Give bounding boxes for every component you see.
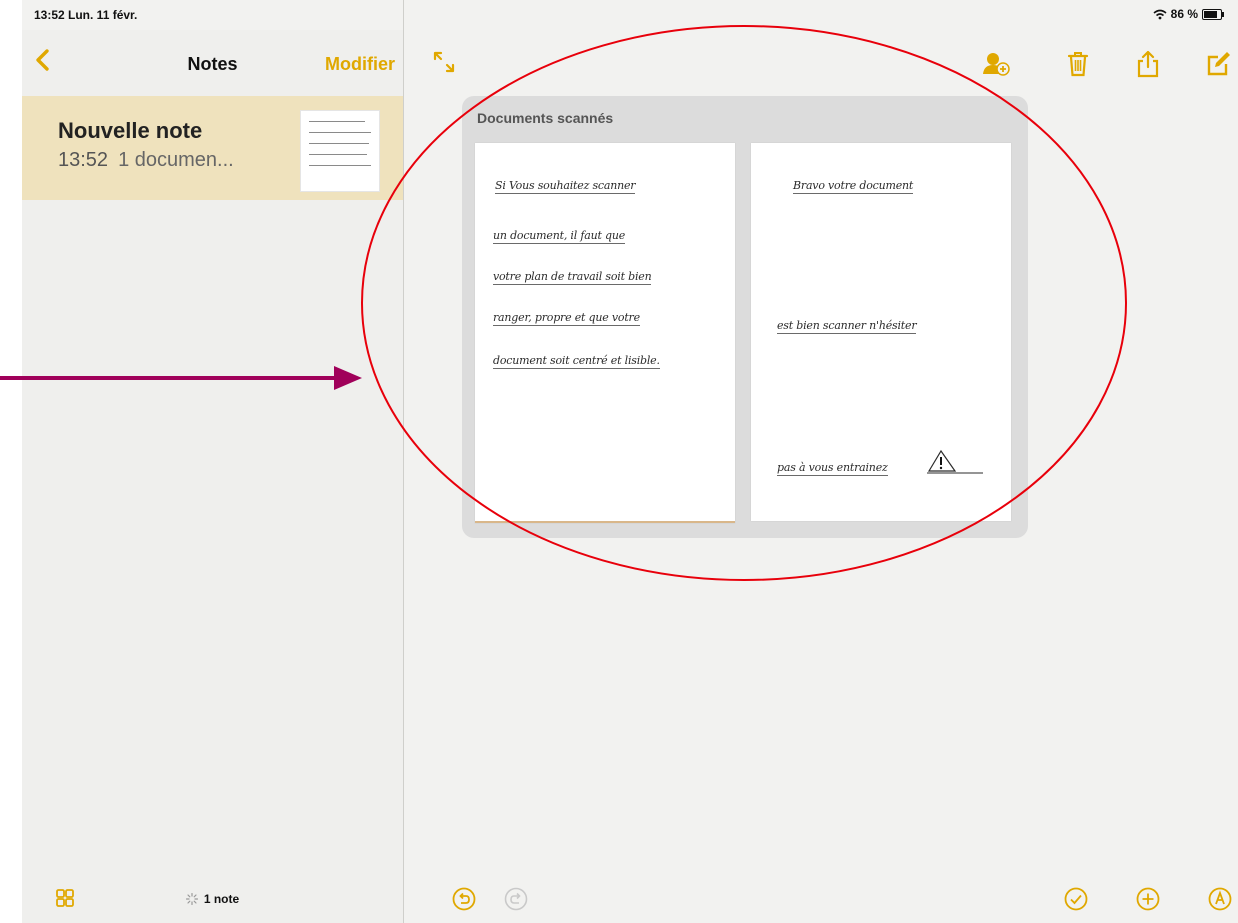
scanned-page-1[interactable]: Si Vous souhaitez scanner un document, i… (475, 143, 735, 523)
page1-line-4: ranger, propre et que votre (493, 311, 640, 326)
note-time: 13:52 (58, 149, 109, 171)
add-icon[interactable] (1136, 887, 1160, 911)
add-people-icon[interactable] (982, 50, 1010, 78)
notes-sidebar: Notes Modifier Nouvelle note 13:52 1 docu… (22, 30, 403, 923)
sync-spinner-icon (185, 893, 198, 905)
expand-icon[interactable] (432, 50, 456, 74)
warning-sign-icon (927, 449, 983, 474)
scanned-documents-card[interactable]: Documents scannés Si Vous souhaitez scan… (462, 96, 1028, 538)
note-thumbnail (300, 110, 380, 192)
status-bar: 13:52 Lun. 11 févr. 86 % (22, 0, 1238, 30)
status-right: 86 % (1153, 7, 1224, 21)
page1-line-3: votre plan de travail soit bien (493, 270, 652, 285)
note-title: Nouvelle note (58, 118, 203, 143)
sidebar-nav: Notes Modifier (22, 30, 403, 90)
battery-icon (1202, 8, 1224, 20)
page1-line-5: document soit centré et lisible. (493, 354, 660, 369)
battery-percent: 86 % (1170, 7, 1198, 21)
note-editor: Documents scannés Si Vous souhaitez scan… (404, 30, 1238, 923)
status-time: 13:52 Lun. 11 févr. (34, 8, 138, 22)
page1-line-2: un document, il faut que (493, 229, 626, 244)
note-list-item[interactable]: Nouvelle note 13:52 1 documen... (22, 96, 403, 200)
page2-line-2: est bien scanner n'hésiter (777, 319, 917, 334)
compose-icon[interactable] (1204, 50, 1232, 78)
notes-count-label: 1 note (203, 892, 240, 906)
ipad-screen: 13:52 Lun. 11 févr. 86 % Notes Modifier … (22, 0, 1238, 923)
page2-line-3: pas à vous entrainez (777, 461, 888, 476)
undo-icon[interactable] (452, 887, 476, 911)
notes-count: 1 note (22, 892, 403, 906)
trash-icon[interactable] (1064, 50, 1092, 78)
note-subtitle: 13:52 1 documen... (58, 149, 234, 172)
page1-line-1: Si Vous souhaitez scanner (495, 179, 636, 194)
edit-button[interactable]: Modifier (325, 54, 395, 75)
page2-line-1: Bravo votre document (793, 179, 914, 194)
note-preview: 1 documen... (118, 149, 234, 171)
scanned-documents-title: Documents scannés (477, 110, 614, 126)
share-icon[interactable] (1134, 50, 1162, 78)
redo-icon[interactable] (504, 887, 528, 911)
wifi-icon (1153, 9, 1167, 19)
markup-icon[interactable] (1208, 887, 1232, 911)
scanned-page-2[interactable]: Bravo votre document est bien scanner n'… (751, 143, 1011, 521)
checklist-icon[interactable] (1064, 887, 1088, 911)
editor-footer (404, 877, 1238, 923)
sidebar-footer: 1 note (22, 877, 403, 923)
